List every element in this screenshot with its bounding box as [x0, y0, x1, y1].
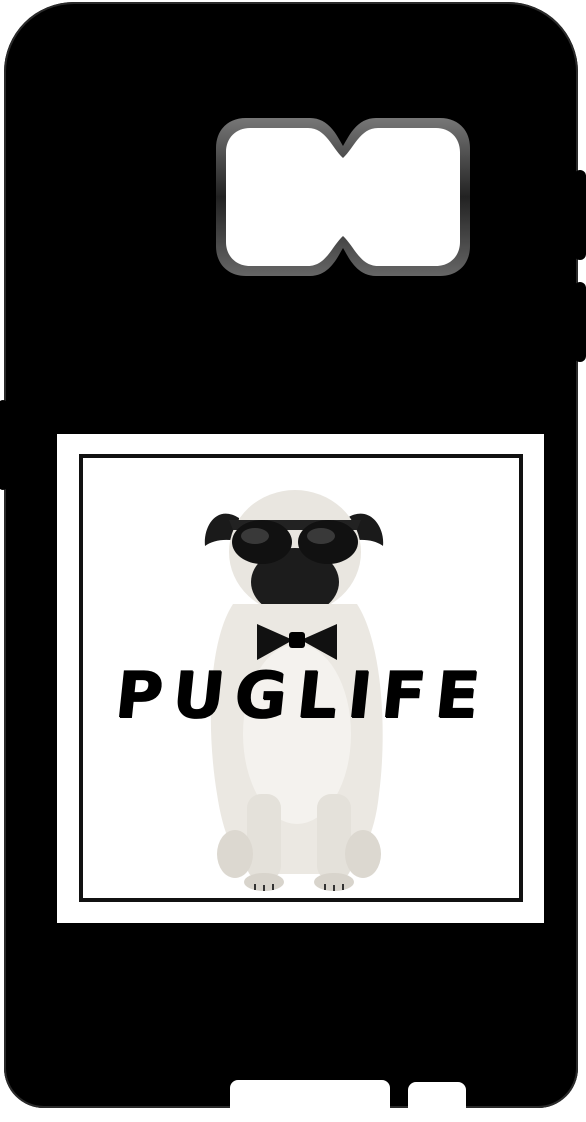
puglife-title: PUGLIFE [111, 659, 493, 733]
volume-button [0, 400, 8, 490]
camera-cutout-icon [216, 118, 470, 276]
phone-case: PUGLIFE [0, 2, 586, 1122]
power-button [574, 170, 586, 260]
pug-artwork: PUGLIFE [57, 434, 544, 923]
side-button-lower [574, 282, 586, 362]
bottom-port-cutout-right [408, 1082, 466, 1122]
bottom-port-cutout-left [230, 1080, 390, 1120]
